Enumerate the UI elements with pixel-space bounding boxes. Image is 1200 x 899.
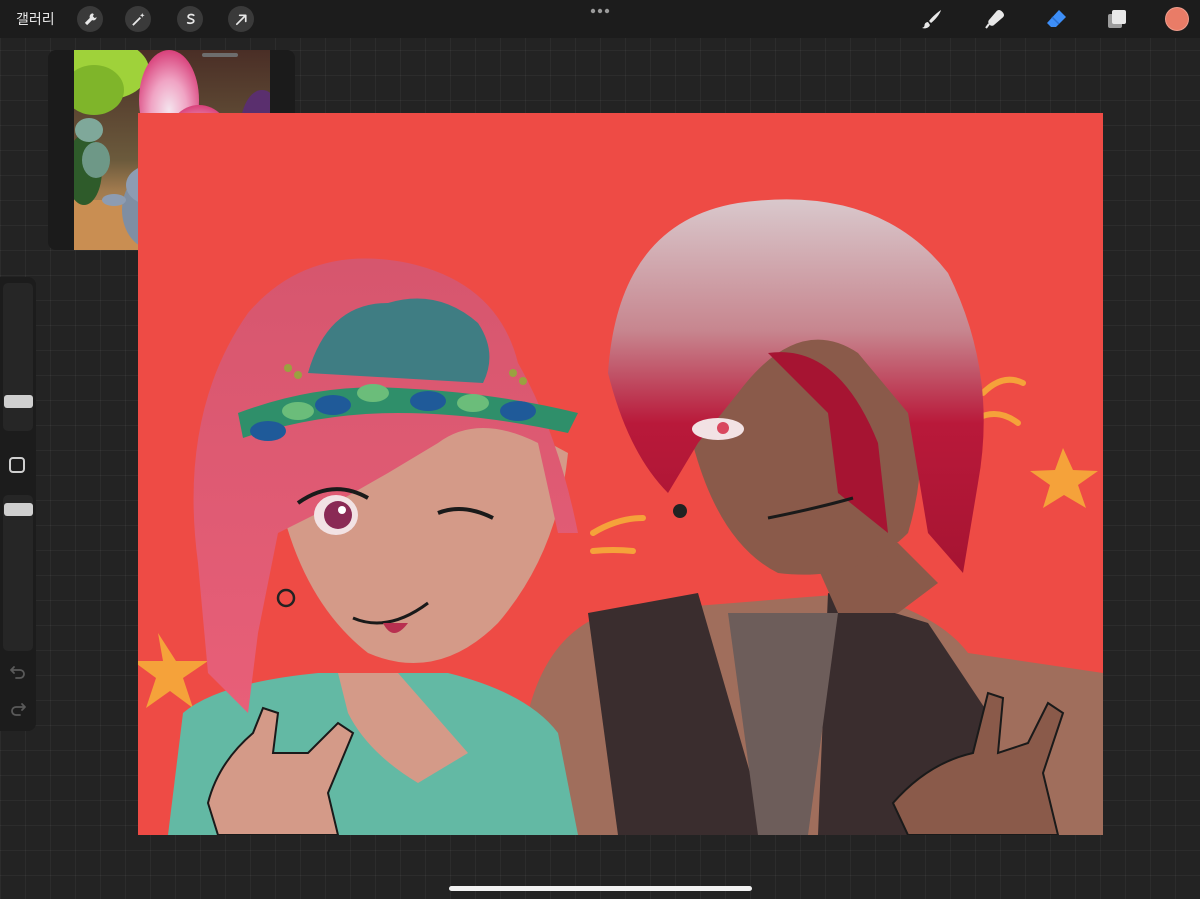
gallery-button[interactable]: 갤러리 — [16, 9, 55, 29]
more-options-icon[interactable] — [587, 6, 613, 16]
reference-drag-handle[interactable] — [202, 53, 238, 57]
drawing-canvas[interactable] — [138, 113, 1103, 835]
brush-icon[interactable] — [918, 6, 946, 32]
home-indicator[interactable] — [449, 886, 752, 891]
transform-arrow-icon[interactable] — [228, 6, 254, 32]
artwork — [138, 113, 1103, 835]
undo-icon[interactable] — [9, 663, 27, 681]
eraser-icon[interactable] — [1042, 6, 1070, 32]
left-sidebar — [0, 277, 36, 731]
top-toolbar: 갤러리 — [0, 0, 1200, 38]
brush-size-slider[interactable] — [3, 283, 33, 431]
redo-icon[interactable] — [9, 700, 27, 718]
brush-size-thumb[interactable] — [4, 395, 33, 408]
selection-icon[interactable] — [177, 6, 203, 32]
opacity-thumb[interactable] — [4, 503, 33, 516]
modify-button[interactable] — [9, 457, 25, 473]
opacity-slider[interactable] — [3, 495, 33, 651]
magic-wand-icon[interactable] — [125, 6, 151, 32]
layers-icon[interactable] — [1103, 6, 1131, 32]
color-picker-swatch[interactable] — [1165, 7, 1189, 31]
eraser-fill — [1047, 10, 1066, 27]
wrench-icon[interactable] — [77, 6, 103, 32]
smudge-icon[interactable] — [980, 6, 1008, 32]
